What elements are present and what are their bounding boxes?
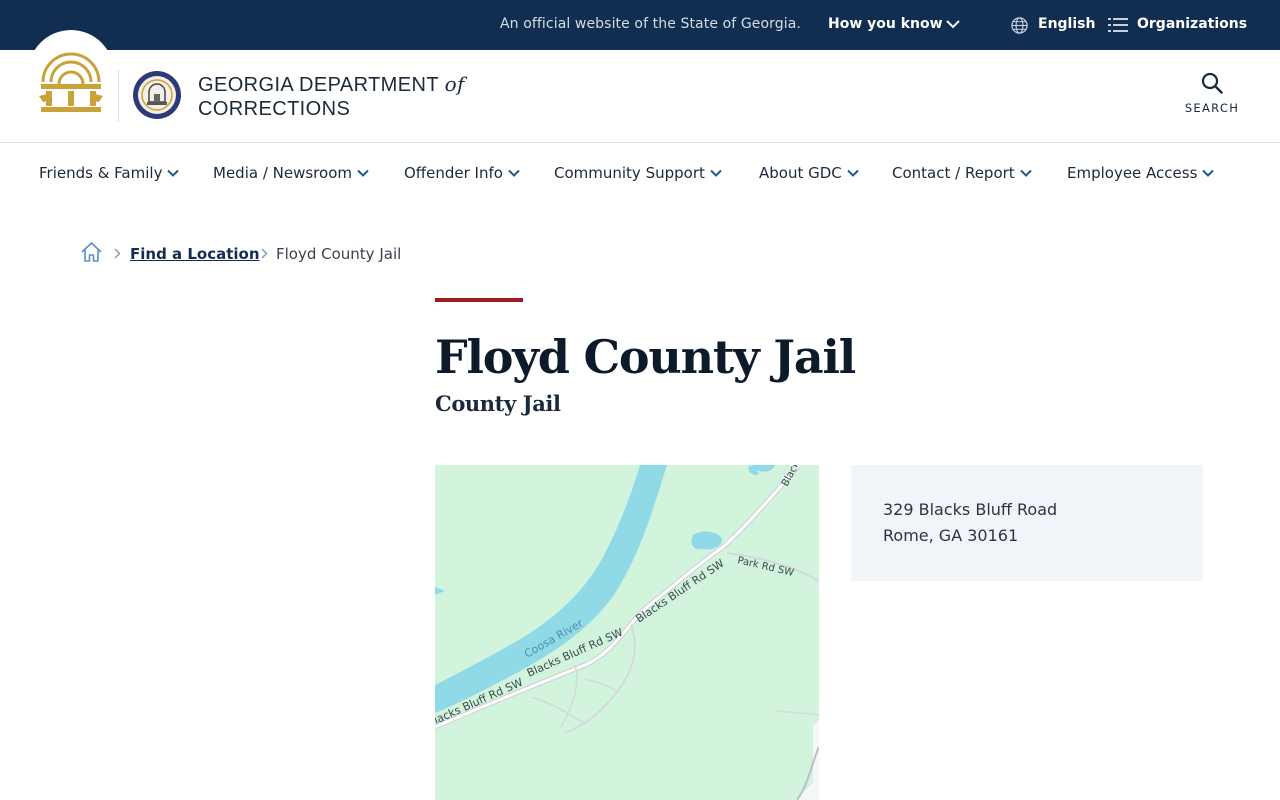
road-blacks-bluff bbox=[435, 465, 801, 730]
river-shape bbox=[435, 465, 667, 713]
chevron-down-icon bbox=[167, 169, 180, 177]
road-side bbox=[584, 678, 620, 694]
chevron-down-icon bbox=[1019, 169, 1032, 177]
address-card: 329 Blacks Bluff Road Rome, GA 30161 bbox=[851, 465, 1203, 581]
map-canvas[interactable]: Coosa River Blacks Bluff Rd SW Blacks Bl… bbox=[435, 465, 819, 800]
nav-community-support[interactable]: Community Support bbox=[554, 164, 722, 182]
map-label-road: Park Rd SW bbox=[736, 555, 795, 579]
list-icon bbox=[1108, 18, 1128, 32]
map-label-road: Black bbox=[780, 465, 803, 488]
chevron-right-icon bbox=[261, 248, 268, 259]
chevron-down-icon bbox=[357, 169, 369, 177]
map-label-road: Blacks Bluff Rd SW bbox=[633, 557, 726, 626]
search-button[interactable]: SEARCH bbox=[1178, 72, 1246, 115]
nav-about-gdc[interactable]: About GDC bbox=[759, 164, 859, 182]
how-you-know-label: How you know bbox=[828, 16, 943, 32]
search-icon bbox=[1201, 72, 1223, 94]
agency-name[interactable]: GEORGIA DEPARTMENT of CORRECTIONS bbox=[198, 72, 465, 121]
search-label: SEARCH bbox=[1184, 101, 1240, 115]
language-label: English bbox=[1038, 16, 1096, 32]
address-street: 329 Blacks Bluff Road bbox=[883, 500, 1058, 519]
page-subtitle: County Jail bbox=[435, 391, 561, 416]
chevron-down-icon bbox=[1202, 169, 1215, 177]
how-you-know-button[interactable]: How you know bbox=[828, 16, 960, 32]
official-site-text: An official website of the State of Geor… bbox=[500, 16, 801, 32]
breadcrumb-find-location[interactable]: Find a Location bbox=[130, 245, 260, 263]
address-city: Rome, GA 30161 bbox=[883, 526, 1019, 545]
nav-employee-access[interactable]: Employee Access bbox=[1067, 164, 1215, 182]
road-blacks-bluff bbox=[435, 465, 801, 729]
road-side bbox=[776, 710, 819, 716]
chevron-down-icon bbox=[847, 169, 859, 177]
breadcrumb-current: Floyd County Jail bbox=[276, 245, 402, 263]
agency-name-line1: GEORGIA DEPARTMENT of bbox=[198, 72, 465, 96]
nav-offender-info[interactable]: Offender Info bbox=[404, 164, 520, 182]
title-accent-bar bbox=[435, 298, 523, 302]
pond-shape bbox=[691, 531, 723, 550]
globe-icon bbox=[1011, 17, 1028, 34]
road-edge bbox=[795, 720, 819, 800]
chevron-right-icon bbox=[114, 248, 121, 259]
location-map[interactable]: Coosa River Blacks Bluff Rd SW Blacks Bl… bbox=[435, 465, 819, 800]
site-header: GEORGIA DEPARTMENT of CORRECTIONS SEARCH bbox=[0, 30, 1280, 143]
main-navigation: Friends & Family Media / Newsroom Offend… bbox=[0, 143, 1280, 205]
road-side bbox=[530, 696, 586, 724]
agency-name-line2: CORRECTIONS bbox=[198, 98, 351, 120]
chevron-down-icon bbox=[710, 169, 722, 177]
chevron-down-icon bbox=[946, 20, 960, 29]
nav-media-newsroom[interactable]: Media / Newsroom bbox=[213, 164, 369, 182]
home-icon[interactable] bbox=[80, 241, 103, 263]
georgia-seal-icon bbox=[39, 52, 103, 112]
header-divider bbox=[118, 70, 119, 122]
official-banner: An official website of the State of Geor… bbox=[0, 0, 1280, 50]
page-title: Floyd County Jail bbox=[435, 330, 856, 384]
nav-contact-report[interactable]: Contact / Report bbox=[892, 164, 1032, 182]
gdc-seal-icon bbox=[133, 71, 181, 119]
organizations-label: Organizations bbox=[1137, 16, 1248, 32]
chevron-down-icon bbox=[508, 169, 520, 177]
nav-friends-family[interactable]: Friends & Family bbox=[39, 164, 180, 182]
georgia-seal-link[interactable] bbox=[28, 30, 114, 116]
river-edge bbox=[435, 587, 445, 595]
